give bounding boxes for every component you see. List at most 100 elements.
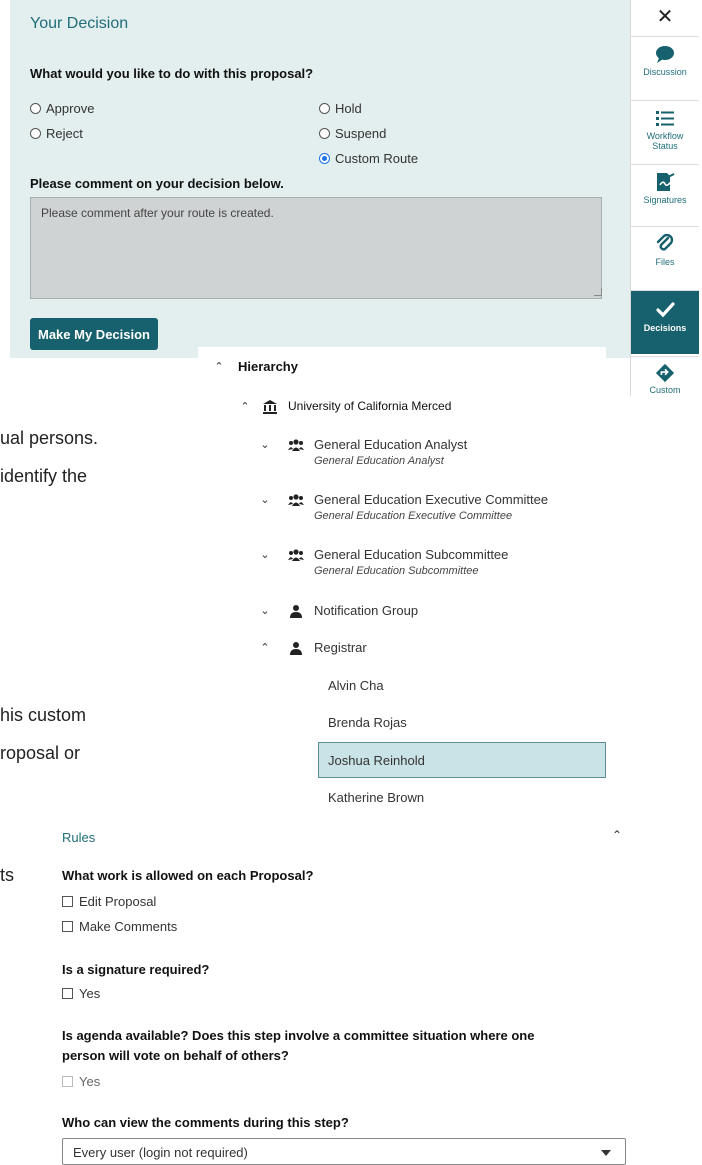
group-name: General Education Executive Committee xyxy=(314,492,549,507)
make-decision-button[interactable]: Make My Decision xyxy=(30,318,158,350)
check-icon xyxy=(656,302,675,318)
background-text-line: identify the xyxy=(0,466,88,486)
tool-label: Custom xyxy=(649,385,681,395)
view-comments-select[interactable]: Every user (login not required) xyxy=(62,1138,626,1165)
approve-radio[interactable]: Approve xyxy=(30,101,94,116)
tool-label: Decisions xyxy=(643,323,687,333)
person-icon xyxy=(290,642,302,655)
tree-node-group[interactable]: ⌄ General Education Executive Committee … xyxy=(258,492,548,522)
route-icon xyxy=(655,363,675,383)
reject-radio[interactable]: Reject xyxy=(30,126,83,141)
group-icon xyxy=(288,494,304,506)
question-signature: Is a signature required? xyxy=(62,962,210,977)
person-item[interactable]: Katherine Brown xyxy=(328,790,424,805)
chevron-up-icon[interactable]: ⌃ xyxy=(258,640,272,656)
agenda-yes-label: Yes xyxy=(79,1074,101,1089)
checkbox-box xyxy=(62,921,73,932)
question-agenda-line2: person will vote on behalf of others? xyxy=(62,1048,289,1063)
edit-proposal-label: Edit Proposal xyxy=(79,894,157,909)
radio-circle-selected xyxy=(319,153,330,164)
chevron-up-icon[interactable]: ⌃ xyxy=(212,359,226,375)
list-icon xyxy=(656,111,674,126)
hold-label: Hold xyxy=(335,101,362,116)
tool-label: Files xyxy=(655,257,675,267)
chevron-up-icon[interactable]: ⌃ xyxy=(238,399,252,415)
comment-label: Please comment on your decision below. xyxy=(30,176,284,191)
decision-question: What would you like to do with this prop… xyxy=(30,66,314,81)
chevron-down-icon[interactable]: ⌄ xyxy=(258,437,272,453)
chevron-down-icon[interactable]: ⌄ xyxy=(258,603,272,619)
chevron-down-icon[interactable]: ⌄ xyxy=(258,547,272,563)
tool-custom[interactable]: Custom xyxy=(631,356,699,396)
institution-icon xyxy=(263,400,277,414)
tool-workflow-status[interactable]: Workflow Status xyxy=(631,100,699,160)
suspend-radio[interactable]: Suspend xyxy=(319,126,386,141)
caret-down-icon xyxy=(601,1150,611,1156)
group-name: Notification Group xyxy=(314,603,419,618)
group-name: General Education Analyst xyxy=(314,437,468,452)
tool-files[interactable]: Files xyxy=(631,226,699,284)
resize-grip-icon[interactable] xyxy=(594,288,602,296)
hold-radio[interactable]: Hold xyxy=(319,101,362,116)
edit-proposal-checkbox[interactable]: Edit Proposal xyxy=(62,894,156,909)
background-text-line: roposal or xyxy=(0,743,81,763)
rules-title: Rules xyxy=(62,830,96,845)
signature-icon xyxy=(657,173,675,191)
agenda-yes-checkbox[interactable]: Yes xyxy=(62,1074,100,1089)
person-item-selected[interactable]: Joshua Reinhold xyxy=(318,742,606,778)
tool-label: Discussion xyxy=(643,67,687,77)
hierarchy-title: Hierarchy xyxy=(238,359,298,374)
background-text-line: ual persons. xyxy=(0,428,99,448)
background-text-line: his custom xyxy=(0,705,87,725)
group-subtitle: General Education Executive Committee xyxy=(314,510,513,522)
group-name: Registrar xyxy=(314,640,367,655)
approve-label: Approve xyxy=(46,101,95,116)
hierarchy-panel: ⌃ Hierarchy ⌃ University of California M… xyxy=(198,347,606,807)
tool-label: Signatures xyxy=(643,195,687,205)
question-work: What work is allowed on each Proposal? xyxy=(62,868,314,883)
custom-route-label: Custom Route xyxy=(335,151,419,166)
question-agenda-line1: Is agenda available? Does this step invo… xyxy=(62,1028,535,1043)
person-item[interactable]: Alvin Cha xyxy=(328,678,384,693)
signature-yes-label: Yes xyxy=(79,986,101,1001)
comment-textarea[interactable]: Please comment after your route is creat… xyxy=(30,197,602,299)
chevron-down-icon[interactable]: ⌄ xyxy=(258,492,272,508)
question-view-comments: Who can view the comments during this st… xyxy=(62,1115,349,1130)
group-subtitle: General Education Analyst xyxy=(314,455,444,467)
radio-circle xyxy=(30,103,41,114)
make-comments-label: Make Comments xyxy=(79,919,178,934)
person-icon xyxy=(290,605,302,618)
close-icon[interactable]: ✕ xyxy=(631,4,699,29)
chevron-up-icon[interactable]: ⌃ xyxy=(612,828,622,842)
tree-node-root[interactable]: ⌃ University of California Merced xyxy=(238,399,451,415)
select-value: Every user (login not required) xyxy=(73,1145,248,1160)
tool-signatures[interactable]: Signatures xyxy=(631,164,699,222)
radio-circle xyxy=(319,128,330,139)
decision-panel: Your Decision What would you like to do … xyxy=(10,0,632,358)
tree-node-group[interactable]: ⌃ Registrar xyxy=(258,640,367,656)
signature-yes-checkbox[interactable]: Yes xyxy=(62,986,100,1001)
radio-circle xyxy=(319,103,330,114)
tree-node-group[interactable]: ⌄ Notification Group xyxy=(258,603,418,619)
tool-label: Workflow Status xyxy=(646,131,684,151)
tool-discussion[interactable]: Discussion xyxy=(631,36,699,94)
tree-node-group[interactable]: ⌄ General Education Analyst General Educ… xyxy=(258,437,467,467)
group-name: General Education Subcommittee xyxy=(314,547,509,562)
group-subtitle: General Education Subcommittee xyxy=(314,565,479,577)
background-text-line: ts xyxy=(0,865,15,885)
checkbox-box xyxy=(62,896,73,907)
root-label: University of California Merced xyxy=(288,399,452,413)
tree-node-group[interactable]: ⌄ General Education Subcommittee General… xyxy=(258,547,508,577)
reject-label: Reject xyxy=(46,126,83,141)
group-icon xyxy=(288,439,304,451)
custom-route-radio[interactable]: Custom Route xyxy=(319,151,418,166)
make-comments-checkbox[interactable]: Make Comments xyxy=(62,919,177,934)
side-toolbar: ✕ Discussion Workflow Status Signatures … xyxy=(630,0,702,396)
radio-circle xyxy=(30,128,41,139)
person-item[interactable]: Brenda Rojas xyxy=(328,715,407,730)
question-agenda: Is agenda available? Does this step invo… xyxy=(62,1026,534,1066)
checkbox-box xyxy=(62,988,73,999)
suspend-label: Suspend xyxy=(335,126,387,141)
tool-decisions[interactable]: Decisions xyxy=(631,290,699,354)
hierarchy-header[interactable]: ⌃ Hierarchy xyxy=(212,359,298,375)
